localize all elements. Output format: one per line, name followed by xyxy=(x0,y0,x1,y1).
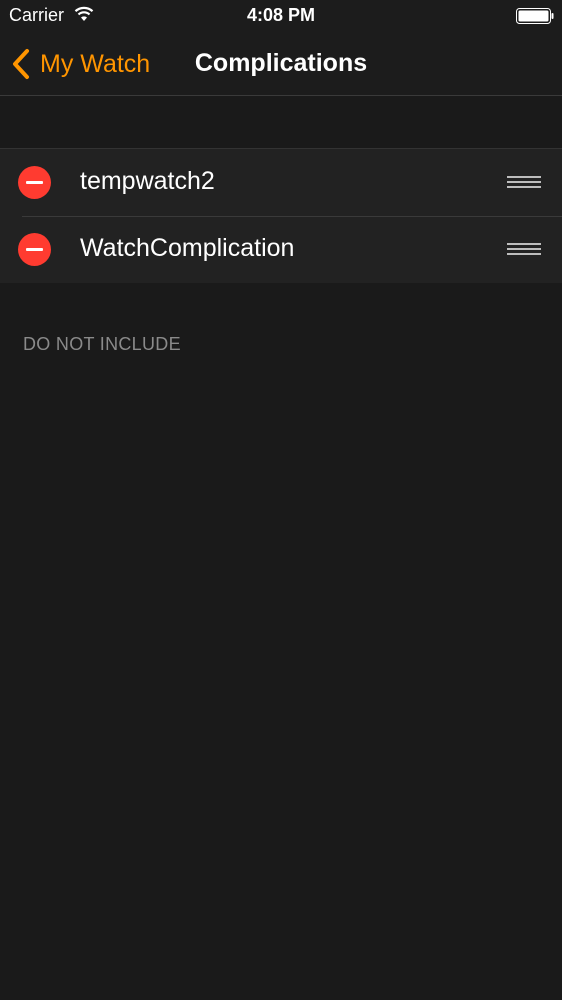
status-bar: Carrier 4:08 PM xyxy=(0,0,562,32)
list-item: WatchComplication xyxy=(0,216,562,283)
remove-icon[interactable] xyxy=(18,233,51,266)
battery-icon xyxy=(516,8,554,24)
section-header-do-not-include: DO NOT INCLUDE xyxy=(23,334,181,354)
reorder-handle-icon[interactable] xyxy=(507,176,541,190)
status-time: 4:08 PM xyxy=(246,5,316,25)
section-spacer xyxy=(0,97,562,148)
page-title-text: Complications xyxy=(194,49,368,77)
complications-list: tempwatch2 WatchComplication xyxy=(0,148,562,283)
reorder-handle-icon[interactable] xyxy=(507,243,541,257)
list-item-label: tempwatch2 xyxy=(80,167,215,195)
screen: Carrier 4:08 PM My Watch Complications t… xyxy=(0,0,562,1000)
navigation-bar: My Watch Complications xyxy=(0,32,562,96)
list-item-label: WatchComplication xyxy=(80,234,295,262)
remove-icon[interactable] xyxy=(18,166,51,199)
list-item: tempwatch2 xyxy=(0,149,562,216)
page-title: Complications xyxy=(0,49,562,78)
